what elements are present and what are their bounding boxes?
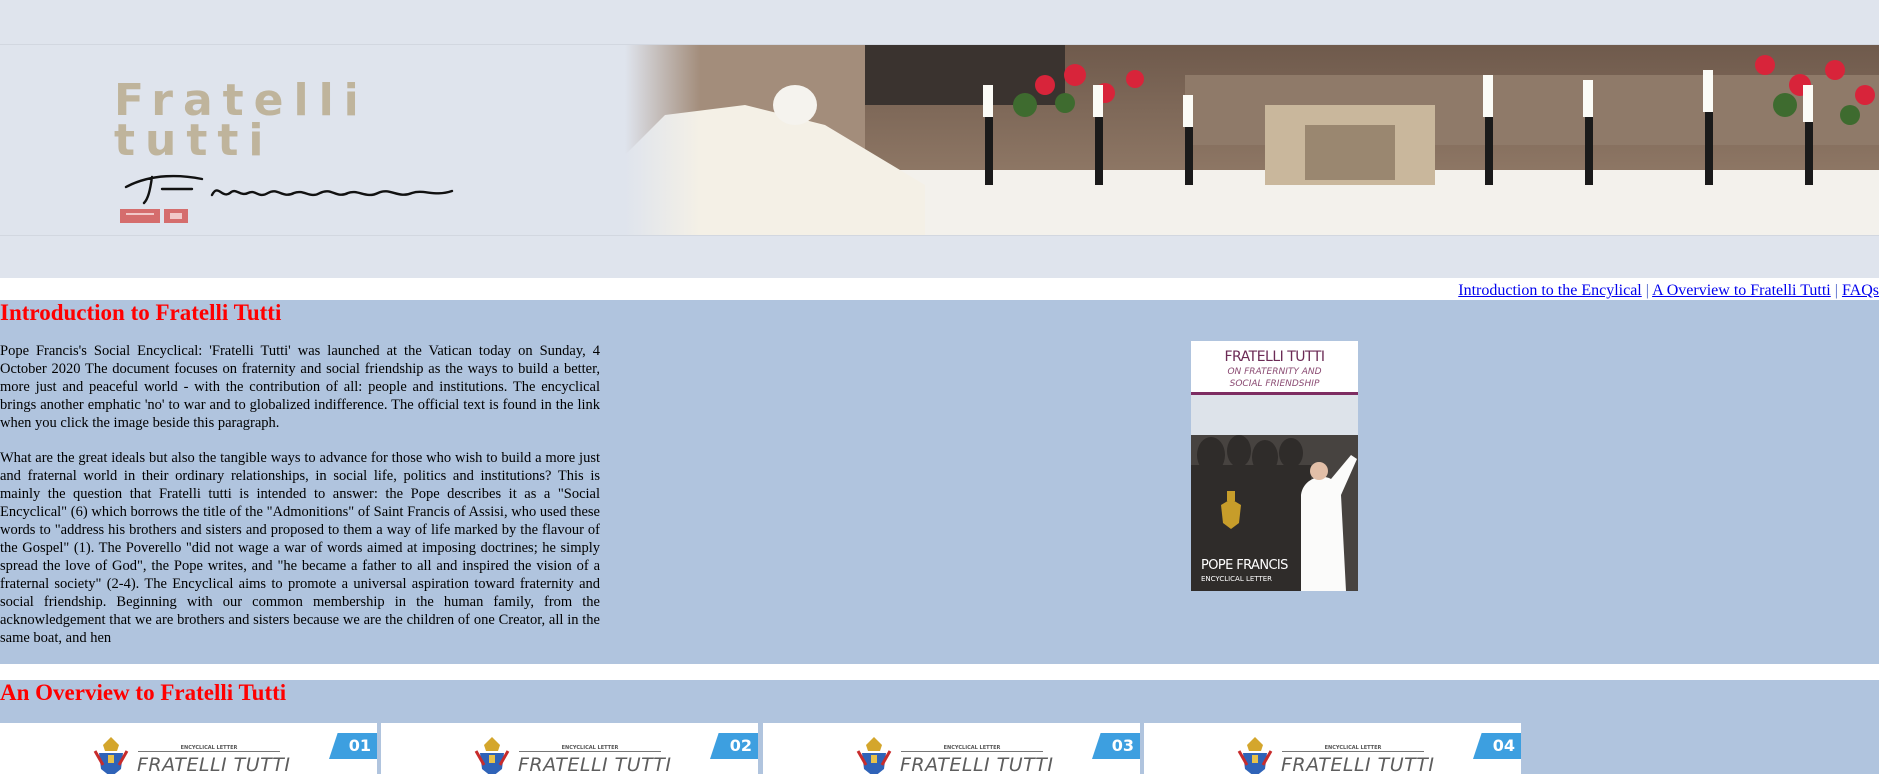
overview-card-02[interactable]: ENCYCLICAL LETTER FRATELLI TUTTI 02 — [381, 723, 758, 774]
overview-cards: ENCYCLICAL LETTER FRATELLI TUTTI 01 ENCY… — [0, 723, 1521, 774]
nav-link-faqs[interactable]: FAQs — [1842, 282, 1879, 299]
nav-link-overview[interactable]: A Overview to Fratelli Tutti — [1652, 282, 1831, 299]
banner-title: Fratelli tutti — [114, 79, 369, 166]
card-number-badge: 01 — [329, 733, 377, 759]
card-label: ENCYCLICAL LETTER — [519, 745, 661, 752]
seal-icon — [120, 209, 188, 223]
intro-section: Introduction to Fratelli Tutti Pope Fran… — [0, 300, 1879, 664]
card-title: FRATELLI TUTTI — [1281, 754, 1435, 774]
intro-heading: Introduction to Fratelli Tutti — [0, 300, 282, 325]
overview-card-04[interactable]: ENCYCLICAL LETTER FRATELLI TUTTI 04 — [1144, 723, 1521, 774]
cover-subtitle-line2: SOCIAL FRIENDSHIP — [1229, 379, 1320, 389]
card-label: ENCYCLICAL LETTER — [1282, 745, 1424, 752]
nav-separator: | — [1645, 282, 1649, 299]
papal-crest-icon — [474, 737, 510, 774]
overview-card-03[interactable]: ENCYCLICAL LETTER FRATELLI TUTTI 03 — [763, 723, 1140, 774]
encyclical-cover-link[interactable]: FRATELLI TUTTI ON FRATERNITY AND SOCIAL … — [1191, 341, 1358, 591]
card-title: FRATELLI TUTTI — [518, 754, 672, 774]
intro-text: Pope Francis's Social Encyclical: 'Frate… — [0, 342, 600, 664]
overview-section: An Overview to Fratelli Tutti ENCYCLICAL… — [0, 680, 1879, 774]
overview-heading: An Overview to Fratelli Tutti — [0, 680, 287, 705]
nav-link-introduction[interactable]: Introduction to the Encylical — [1458, 282, 1642, 299]
papal-crest-icon — [93, 737, 129, 774]
pope-signing-photo — [625, 45, 1879, 235]
cover-subtitle: ON FRATERNITY AND SOCIAL FRIENDSHIP — [1191, 366, 1358, 390]
intro-paragraph: Pope Francis's Social Encyclical: 'Frate… — [0, 343, 600, 431]
card-title: FRATELLI TUTTI — [137, 754, 291, 774]
intro-paragraph: What are the great ideals but also the t… — [0, 450, 600, 646]
card-number-badge: 03 — [1092, 733, 1140, 759]
card-label: ENCYCLICAL LETTER — [901, 745, 1043, 752]
nav-links: Introduction to the Encylical | A Overvi… — [1458, 282, 1879, 300]
top-nav: Introduction to the Encylical | A Overvi… — [0, 278, 1879, 300]
card-label: ENCYCLICAL LETTER — [138, 745, 280, 752]
banner-title-line2: tutti — [114, 115, 274, 166]
cover-kind: ENCYCLICAL LETTER — [1201, 575, 1273, 583]
card-number-badge: 02 — [710, 733, 758, 759]
nav-separator: | — [1834, 282, 1838, 299]
cover-author: POPE FRANCIS — [1201, 558, 1288, 573]
cover-subtitle-line1: ON FRATERNITY AND — [1227, 367, 1322, 377]
overview-card-01[interactable]: ENCYCLICAL LETTER FRATELLI TUTTI 01 — [0, 723, 377, 774]
card-number-badge: 04 — [1473, 733, 1521, 759]
papal-crest-icon — [856, 737, 892, 774]
header-banner: Fratelli tutti — [0, 44, 1879, 236]
card-title: FRATELLI TUTTI — [900, 754, 1054, 774]
papal-crest-icon — [1237, 737, 1273, 774]
signature-icon — [124, 174, 454, 205]
header-banner-area: Fratelli tutti — [0, 0, 1879, 278]
cover-title: FRATELLI TUTTI — [1224, 349, 1325, 365]
